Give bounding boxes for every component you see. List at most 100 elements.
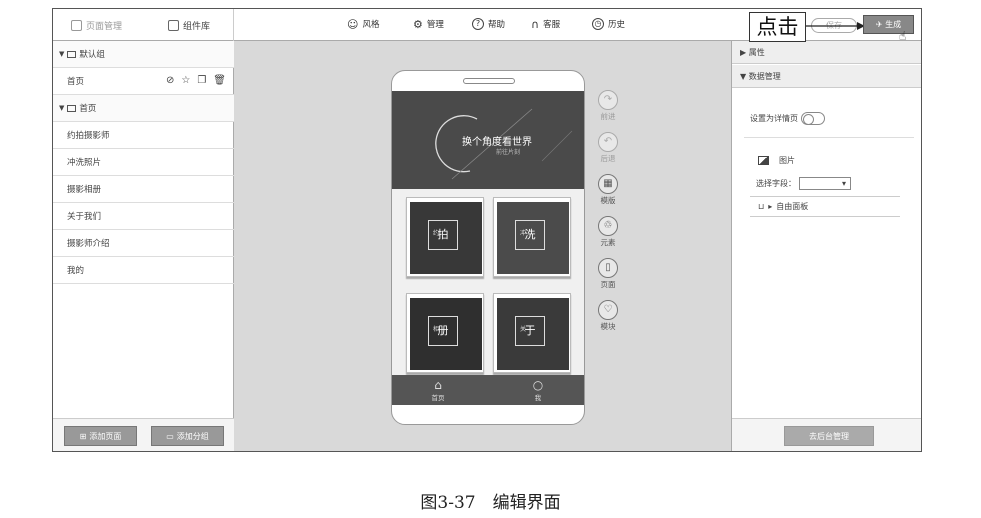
tool-module[interactable]: ♡ 模块 <box>593 300 623 332</box>
page-icon <box>71 19 82 31</box>
page-item[interactable]: 冲洗照片 <box>53 149 234 176</box>
tab-page-manage-label: 页面管理 <box>86 21 123 32</box>
clock-icon: ◷ <box>592 18 604 30</box>
menu-help-label: 帮助 <box>488 20 506 30</box>
chat-icon: ○ <box>532 378 544 392</box>
section-data-manage[interactable]: ▼ 数据管理 <box>732 65 921 88</box>
tab-page-manage[interactable]: 页面管理 <box>71 17 122 33</box>
tool-back-label: 后退 <box>600 154 616 163</box>
gear-icon: ⚙ <box>413 17 423 31</box>
collapsed-icon: ▶ <box>740 48 749 57</box>
group-label: 首页 <box>79 104 97 114</box>
group-label: 默认组 <box>79 50 105 60</box>
divider <box>744 137 914 138</box>
tool-page[interactable]: ▯ 页面 <box>593 258 623 290</box>
tool-template-label: 模版 <box>600 196 616 205</box>
click-callout: 点击 <box>749 12 806 42</box>
image-icon <box>758 156 769 165</box>
tool-element[interactable]: ♲ 元素 <box>593 216 623 248</box>
page-item-label: 我的 <box>67 266 85 276</box>
image-item[interactable]: 图片 <box>758 155 795 166</box>
template-icon: ▦ <box>598 174 618 194</box>
tile-print[interactable]: 洗 冲 <box>493 197 571 277</box>
element-icon: ♲ <box>598 216 618 236</box>
page-item[interactable]: 摄影相册 <box>53 176 234 203</box>
tile-album[interactable]: 册 相 <box>406 293 484 373</box>
detail-page-setting: 设置为详情页 <box>750 112 825 125</box>
tile-small-label: 相 <box>433 326 440 333</box>
section-properties[interactable]: ▶ 属性 <box>732 41 921 64</box>
banner-title: 换个角度看世界 <box>462 137 532 148</box>
editor-window: 页面管理 组件库 ☺ 风格 ⚙ 管理 ? 帮助 ∩ 客服 ◷ 历史 保存 ✈ 生… <box>52 8 922 452</box>
hide-icon[interactable]: ⊘ <box>166 75 174 86</box>
folder-icon <box>67 50 77 58</box>
home-icon: ⌂ <box>434 378 442 392</box>
menu-manage-label: 管理 <box>426 20 444 30</box>
menu-style[interactable]: ☺ 风格 <box>347 18 379 31</box>
star-icon[interactable]: ☆ <box>181 75 190 86</box>
tile-about[interactable]: 于 关 <box>493 293 571 373</box>
banner-subtitle: 前往片刻 <box>496 149 521 156</box>
tile-photo[interactable]: 拍 约 <box>406 197 484 277</box>
page-item[interactable]: 约拍摄影师 <box>53 122 234 149</box>
module-icon: ♡ <box>598 300 618 320</box>
page-item-label: 关于我们 <box>67 212 102 222</box>
tool-forward[interactable]: ↷ 前进 <box>593 90 623 122</box>
back-icon: ↶ <box>598 132 618 152</box>
section-properties-label: 属性 <box>748 48 765 57</box>
tab-component-library[interactable]: 组件库 <box>168 17 210 33</box>
add-page-icon: ⊞ <box>79 431 87 441</box>
phone-preview: 换个角度看世界 前往片刻 拍 约 洗 冲 册 相 于 关 ⌂ 首页 ○ 我 <box>391 70 585 425</box>
tab-component-library-label: 组件库 <box>183 21 211 32</box>
nav-home[interactable]: ⌂ 首页 <box>418 378 458 402</box>
page-item-label: 首页 <box>67 77 85 87</box>
top-bar-divider <box>233 9 234 41</box>
menu-help[interactable]: ? 帮助 <box>472 18 505 30</box>
forward-icon: ↷ <box>598 90 618 110</box>
page-item[interactable]: 关于我们 <box>53 203 234 230</box>
tool-module-label: 模块 <box>600 322 616 331</box>
delete-icon[interactable]: 🗑 <box>213 75 226 86</box>
add-page-label: 添加页面 <box>89 431 122 441</box>
group-home[interactable]: ▼ 首页 <box>53 95 234 122</box>
menu-history[interactable]: ◷ 历史 <box>592 18 625 30</box>
select-field-label: 选择字段： <box>756 179 796 188</box>
group-default[interactable]: ▼ 默认组 <box>53 41 234 68</box>
page-icon: ▯ <box>598 258 618 278</box>
collapsed-icon: ▸ <box>768 202 773 211</box>
tool-forward-label: 前进 <box>600 112 616 121</box>
select-field-row: 选择字段： <box>756 177 851 190</box>
nav-home-label: 首页 <box>431 394 445 402</box>
copy-icon[interactable]: ❐ <box>197 75 206 86</box>
menu-service[interactable]: ∩ 客服 <box>531 18 561 31</box>
menu-history-label: 历史 <box>608 20 626 30</box>
backend-manage-button[interactable]: 去后台管理 <box>784 426 874 446</box>
callout-arrow <box>805 22 865 30</box>
menu-service-label: 客服 <box>543 20 561 30</box>
page-item-home[interactable]: 首页 ⊘ ☆ ❐ 🗑 <box>53 68 234 95</box>
phone-speaker <box>463 78 515 84</box>
nav-me[interactable]: ○ 我 <box>518 378 558 402</box>
free-panel-item[interactable]: ⊔ ▸ 自由面板 <box>750 196 900 217</box>
phone-bottom-nav: ⌂ 首页 ○ 我 <box>392 375 584 405</box>
banner[interactable]: 换个角度看世界 前往片刻 <box>392 91 584 189</box>
tile-small-label: 关 <box>520 326 527 333</box>
select-field-dropdown[interactable] <box>799 177 851 190</box>
tool-back[interactable]: ↶ 后退 <box>593 132 623 164</box>
tile-small-label: 约 <box>433 230 440 237</box>
add-group-button[interactable]: ▭ 添加分组 <box>151 426 224 446</box>
generate-button[interactable]: ✈ 生成 <box>863 15 914 34</box>
menu-manage[interactable]: ⚙ 管理 <box>413 17 444 31</box>
figure-caption: 图3-37 编辑界面 <box>420 493 561 513</box>
section-data-manage-label: 数据管理 <box>748 72 781 81</box>
add-page-button[interactable]: ⊞ 添加页面 <box>64 426 137 446</box>
expand-icon: ▼ <box>59 104 65 112</box>
help-icon: ? <box>472 18 484 30</box>
settings-panel: ▶ 属性 ▼ 数据管理 设置为详情页 图片 选择字段： ⊔ ▸ 自由面板 去后台… <box>731 41 921 451</box>
page-item[interactable]: 摄影师介绍 <box>53 230 234 257</box>
tool-element-label: 元素 <box>600 238 616 247</box>
page-item[interactable]: 我的 <box>53 257 234 284</box>
tool-template[interactable]: ▦ 模版 <box>593 174 623 206</box>
detail-page-toggle[interactable] <box>801 112 825 125</box>
add-group-label: 添加分组 <box>176 431 209 441</box>
